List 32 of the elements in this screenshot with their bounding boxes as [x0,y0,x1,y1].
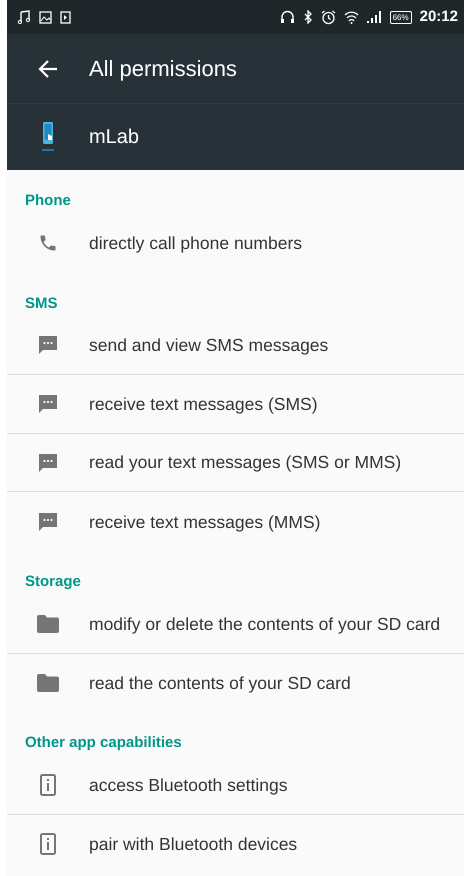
permission-item[interactable]: directly call phone numbers [7,214,464,273]
section-header: Phone [25,192,71,209]
permission-item[interactable]: receive text messages (SMS) [7,375,464,434]
section-header: Storage [25,572,81,590]
bluetooth-icon [302,10,313,24]
permission-item[interactable]: read your text messages (SMS or MMS) [7,434,464,492]
info-icon [40,833,56,856]
play-file-icon [60,10,71,24]
wifi-icon [344,10,359,24]
info-icon [40,774,56,796]
battery-indicator: 66% [390,10,412,24]
music-note-icon [17,10,31,24]
alarm-clock-icon [320,10,336,24]
app-icon [40,121,56,153]
permission-item[interactable]: modify or delete the contents of your SD card [7,594,464,654]
folder-icon [37,614,59,633]
phone-icon [38,233,58,254]
image-icon [39,10,52,24]
page-title: All permissions [89,55,237,83]
headphones-icon [280,10,295,24]
permission-item[interactable]: receive text messages (MMS) [7,492,464,551]
permission-item[interactable]: send and view SMS messages [7,316,464,376]
app-name: mLab [89,125,140,150]
section-header: SMS [25,294,58,312]
folder-icon [37,674,59,692]
permission-item[interactable]: access Bluetooth settings [7,756,464,815]
clock-time: 20:12 [420,6,458,27]
back-arrow-icon [38,60,58,78]
section-header: Other app capabilities [25,734,182,752]
permission-item[interactable]: pair with Bluetooth devices [7,814,464,874]
permission-item[interactable]: read the contents of your SD card [7,654,464,712]
signal-icon [366,11,382,23]
